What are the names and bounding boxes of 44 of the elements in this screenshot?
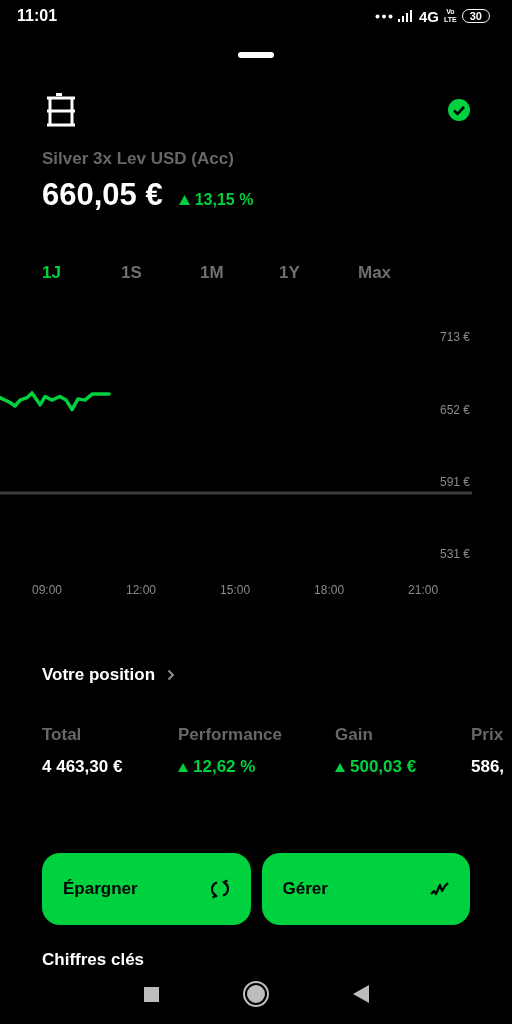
x-tick-label: 15:00: [220, 583, 251, 597]
network-type: 4G: [419, 7, 440, 25]
up-triangle-icon: [335, 762, 345, 772]
signal-icon: [398, 10, 415, 22]
x-tick-label: 12:00: [126, 583, 157, 597]
drag-handle[interactable]: [238, 52, 274, 58]
stat-value: 500,03 €: [350, 757, 417, 777]
up-triangle-icon: [178, 195, 190, 205]
refresh-icon: [208, 879, 231, 899]
stat-value: 586,: [471, 757, 505, 777]
up-triangle-icon: [178, 762, 188, 772]
range-tab[interactable]: 1J: [32, 263, 111, 283]
stat-label: Prix: [471, 725, 505, 745]
x-tick-label: 21:00: [408, 583, 439, 597]
stat-label: Gain: [335, 725, 374, 745]
price-change: 13,15 %: [194, 191, 254, 209]
back-button[interactable]: [352, 985, 369, 1003]
action-button[interactable]: Épargner: [42, 853, 251, 925]
stat-value: 12,62 %: [193, 757, 256, 777]
range-tab[interactable]: 1Y: [269, 263, 348, 283]
home-button[interactable]: [244, 983, 267, 1005]
y-tick-label: 531 €: [439, 546, 470, 561]
action-button[interactable]: Gérer: [261, 853, 470, 925]
range-tab[interactable]: 1S: [111, 263, 190, 283]
x-tick-label: 09:00: [32, 583, 63, 597]
status-time: 11:01: [17, 7, 58, 25]
stat-value: 4 463,30 €: [42, 757, 123, 777]
y-tick-label: 652 €: [439, 402, 470, 417]
recents-button[interactable]: [143, 986, 159, 1002]
range-tab[interactable]: Max: [348, 263, 427, 283]
y-tick-label: 591 €: [439, 475, 470, 490]
barrel-icon: [45, 93, 77, 127]
section-title: Chiffres clés: [42, 950, 146, 970]
dots-icon: [375, 13, 394, 19]
section-title[interactable]: Votre position: [42, 665, 155, 685]
y-tick-label: 713 €: [439, 330, 470, 344]
stat-label: Total: [42, 725, 83, 745]
asset-name: Silver 3x Lev USD (Acc): [42, 149, 235, 169]
stat-label: Performance: [178, 725, 283, 745]
zigzag-icon: [430, 881, 450, 897]
x-tick-label: 18:00: [314, 583, 345, 597]
asset-price: 660,05 €: [42, 177, 163, 213]
range-tab[interactable]: 1M: [190, 263, 269, 283]
chevron-right-icon[interactable]: [167, 669, 175, 681]
